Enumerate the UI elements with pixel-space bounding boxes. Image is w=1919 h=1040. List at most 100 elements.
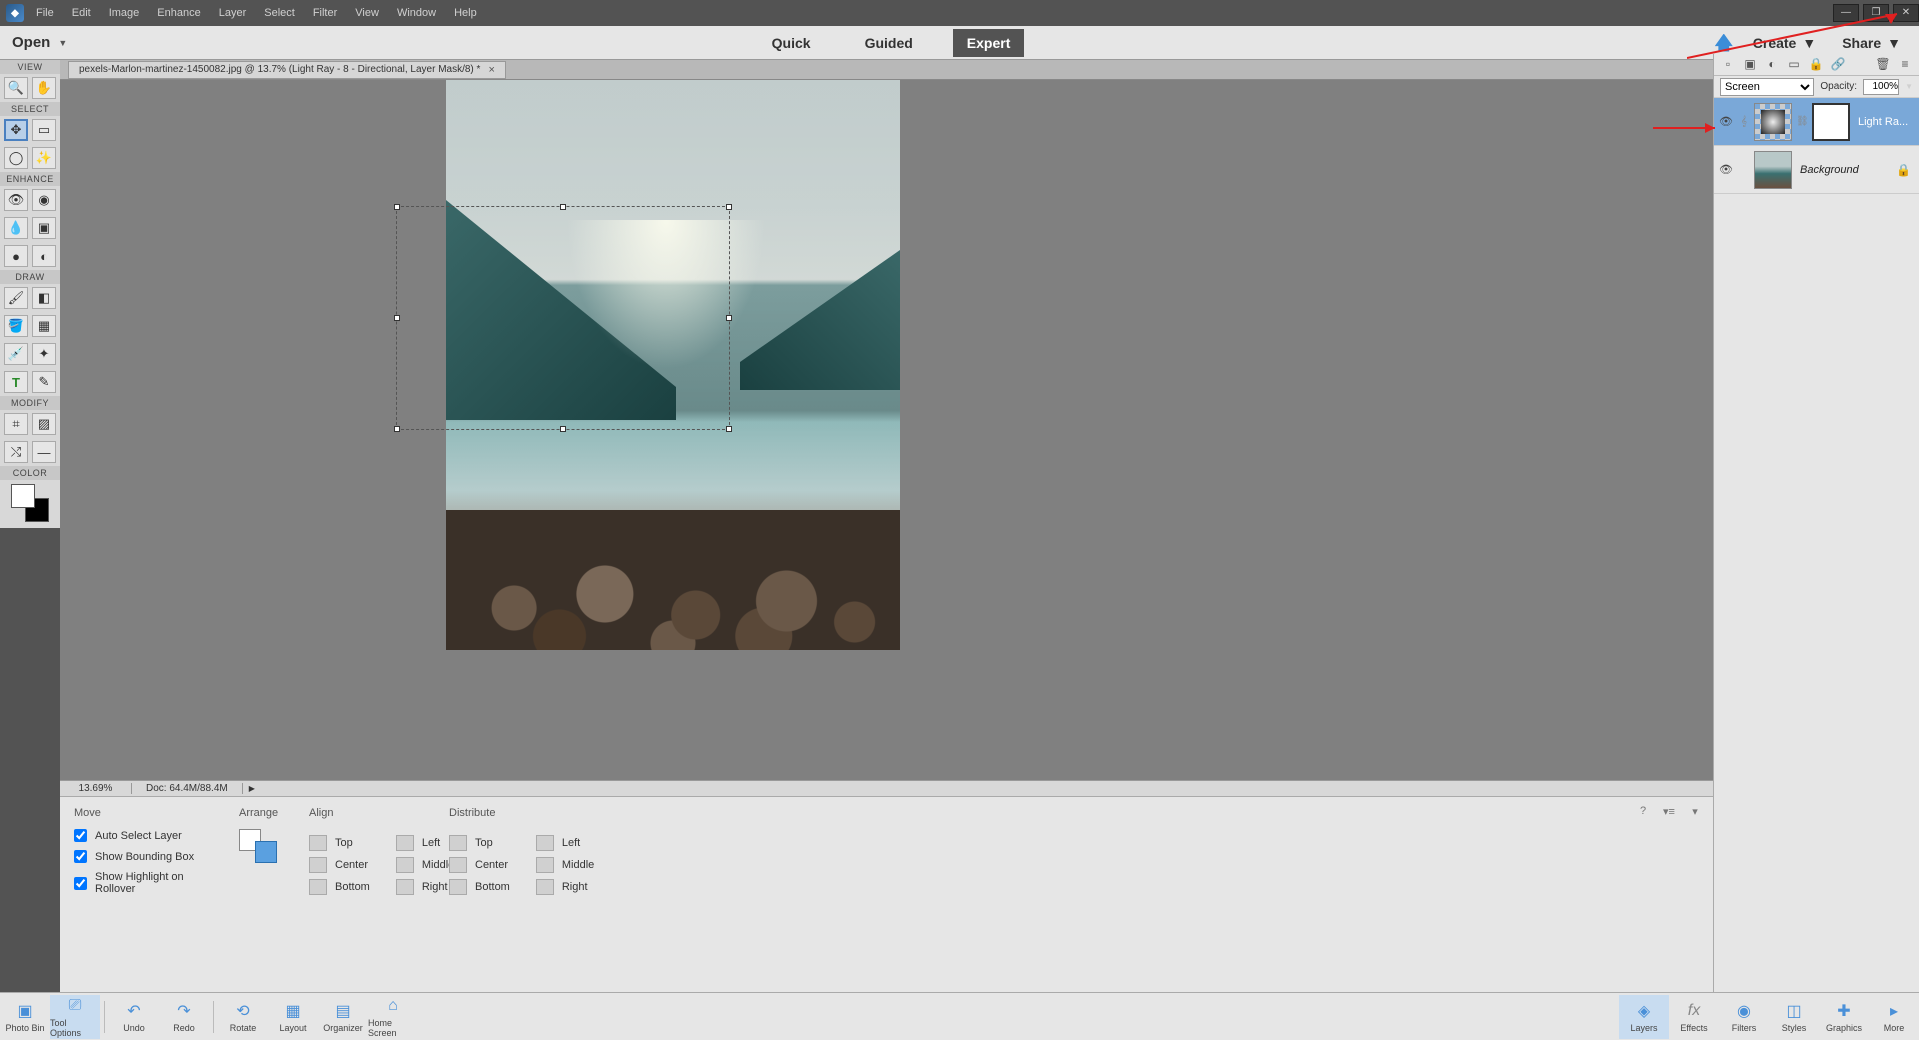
rotate-button[interactable]: ⟲Rotate (218, 995, 268, 1039)
visibility-toggle-icon[interactable]: 👁 (1718, 115, 1734, 128)
share-button[interactable]: Share▼ (1842, 35, 1901, 51)
new-group-icon[interactable]: ▣ (1742, 57, 1758, 73)
dist-top-icon[interactable] (449, 835, 467, 851)
layer-name[interactable]: Light Ra... (1858, 116, 1908, 128)
redo-button[interactable]: ↷Redo (159, 995, 209, 1039)
handle-mid-right[interactable] (726, 315, 732, 321)
menu-image[interactable]: Image (109, 7, 140, 19)
dist-right-icon[interactable] (536, 879, 554, 895)
blur-tool-icon[interactable]: ● (4, 245, 28, 267)
handle-bot-right[interactable] (726, 426, 732, 432)
layers-panel-button[interactable]: ◈Layers (1619, 995, 1669, 1039)
reset-icon[interactable]: ▾≡ (1661, 805, 1677, 821)
close-tab-icon[interactable]: × (488, 64, 494, 76)
collapse-icon[interactable]: ▾ (1687, 805, 1703, 821)
minimize-button[interactable]: — (1833, 4, 1859, 22)
filters-panel-button[interactable]: ◉Filters (1719, 995, 1769, 1039)
graphics-panel-button[interactable]: ✚Graphics (1819, 995, 1869, 1039)
menu-window[interactable]: Window (397, 7, 436, 19)
dist-left-icon[interactable] (536, 835, 554, 851)
visibility-toggle-icon[interactable]: 👁 (1718, 163, 1734, 176)
color-swatches[interactable] (11, 484, 49, 522)
dist-hcenter-icon[interactable] (536, 857, 554, 873)
opacity-dropdown-icon[interactable]: ▼ (1905, 82, 1913, 91)
sponge-tool-icon[interactable]: ◐ (32, 245, 56, 267)
menu-help[interactable]: Help (454, 7, 477, 19)
lasso-tool-icon[interactable]: ◯ (4, 147, 28, 169)
canvas-area[interactable] (60, 80, 1713, 780)
spot-heal-tool-icon[interactable]: ◉ (32, 189, 56, 211)
align-hcenter-icon[interactable] (396, 857, 414, 873)
brush-tool-icon[interactable]: 🖌 (4, 287, 28, 309)
align-top-icon[interactable] (309, 835, 327, 851)
shape-tool-icon[interactable]: ✦ (32, 343, 56, 365)
doc-size[interactable]: Doc: 64.4M/88.4M (132, 783, 243, 794)
opacity-input[interactable] (1863, 79, 1899, 95)
transform-bounding-box[interactable] (396, 206, 730, 430)
undo-button[interactable]: ↶Undo (109, 995, 159, 1039)
mask-link-icon[interactable]: ⛓ (1796, 116, 1808, 127)
align-left-icon[interactable] (396, 835, 414, 851)
move-tool-icon[interactable]: ✥ (4, 119, 28, 141)
align-right-icon[interactable] (396, 879, 414, 895)
document-tab[interactable]: pexels-Marlon-martinez-1450082.jpg @ 13.… (68, 61, 506, 79)
new-layer-icon[interactable]: ▫ (1720, 57, 1736, 73)
handle-mid-left[interactable] (394, 315, 400, 321)
delete-layer-icon[interactable]: 🗑 (1875, 57, 1891, 73)
bounding-box-checkbox[interactable]: Show Bounding Box (74, 850, 211, 863)
menu-edit[interactable]: Edit (72, 7, 91, 19)
styles-panel-button[interactable]: ◫Styles (1769, 995, 1819, 1039)
notification-bell-icon[interactable] (1715, 34, 1733, 52)
handle-bot-mid[interactable] (560, 426, 566, 432)
maximize-button[interactable]: ❐ (1863, 4, 1889, 22)
lock-icon[interactable]: 🔒 (1808, 57, 1824, 73)
zoom-level[interactable]: 13.69% (60, 783, 132, 794)
dist-vcenter-icon[interactable] (449, 857, 467, 873)
more-panel-button[interactable]: ▸More (1869, 995, 1919, 1039)
auto-select-checkbox[interactable]: Auto Select Layer (74, 829, 211, 842)
recompose-tool-icon[interactable]: ▨ (32, 413, 56, 435)
layout-button[interactable]: ▦Layout (268, 995, 318, 1039)
effects-panel-button[interactable]: fxEffects (1669, 995, 1719, 1039)
layer-thumbnail[interactable] (1754, 151, 1792, 189)
gradient-tool-icon[interactable]: ▦ (32, 315, 56, 337)
blend-mode-select[interactable]: Screen (1720, 78, 1814, 96)
mode-guided[interactable]: Guided (851, 29, 927, 57)
handle-bot-left[interactable] (394, 426, 400, 432)
tool-options-button[interactable]: ⎚Tool Options (50, 995, 100, 1039)
mask-icon[interactable]: ▭ (1786, 57, 1802, 73)
link-layers-icon[interactable]: 🔗 (1830, 57, 1846, 73)
menu-layer[interactable]: Layer (219, 7, 247, 19)
create-button[interactable]: Create▼ (1753, 35, 1816, 51)
eraser-tool-icon[interactable]: ◧ (32, 287, 56, 309)
dist-bottom-icon[interactable] (449, 879, 467, 895)
foreground-color-swatch[interactable] (11, 484, 35, 508)
adjustment-layer-icon[interactable]: ◐ (1764, 57, 1780, 73)
redeye-tool-icon[interactable]: 👁 (4, 189, 28, 211)
highlight-checkbox[interactable]: Show Highlight on Rollover (74, 871, 211, 895)
crop-tool-icon[interactable]: ⌗ (4, 413, 28, 435)
text-tool-icon[interactable]: T (4, 371, 28, 393)
marquee-tool-icon[interactable]: ▭ (32, 119, 56, 141)
handle-top-mid[interactable] (560, 204, 566, 210)
magic-wand-tool-icon[interactable]: ✨ (32, 147, 56, 169)
home-button[interactable]: ⌂Home Screen (368, 995, 418, 1039)
align-vcenter-icon[interactable] (309, 857, 327, 873)
handle-top-left[interactable] (394, 204, 400, 210)
help-icon[interactable]: ? (1635, 805, 1651, 821)
mode-expert[interactable]: Expert (953, 29, 1025, 57)
smart-brush-tool-icon[interactable]: 💧 (4, 217, 28, 239)
layer-row-background[interactable]: 👁 Background 🔒 (1714, 146, 1919, 194)
layer-thumbnail[interactable] (1754, 103, 1792, 141)
handle-top-right[interactable] (726, 204, 732, 210)
status-menu-icon[interactable]: ▶ (249, 784, 255, 793)
mode-quick[interactable]: Quick (758, 29, 825, 57)
hand-tool-icon[interactable]: ✋ (32, 77, 56, 99)
panel-menu-icon[interactable]: ≡ (1897, 57, 1913, 73)
arrange-order-button[interactable] (239, 829, 277, 863)
layer-mask-thumbnail[interactable] (1812, 103, 1850, 141)
straighten-tool-icon[interactable]: — (32, 441, 56, 463)
clone-tool-icon[interactable]: ▣ (32, 217, 56, 239)
menu-file[interactable]: File (36, 7, 54, 19)
eyedropper-tool-icon[interactable]: 💉 (4, 343, 28, 365)
